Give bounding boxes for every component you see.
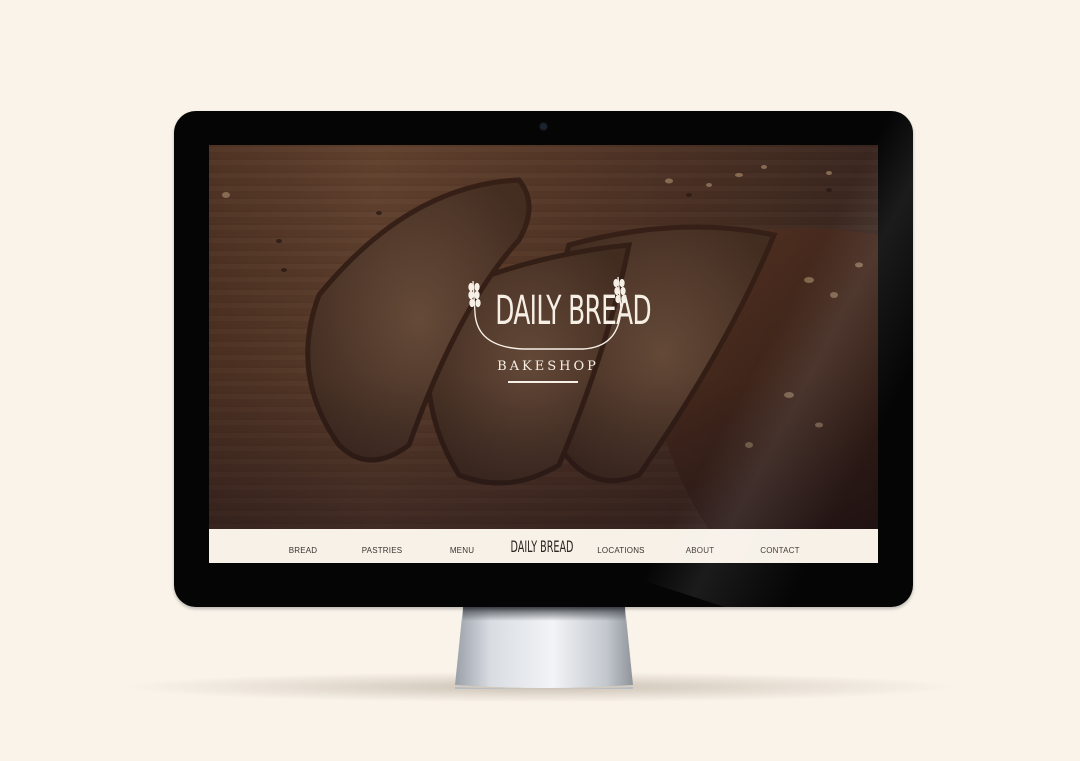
nav-locations[interactable]: LOCATIONS — [597, 529, 644, 563]
webcam-icon — [540, 123, 547, 130]
monitor: DAILY BREAD BAKESHOP BREAD PASTRIES MENU… — [174, 111, 913, 607]
hero-logo: DAILY BREAD BAKESHOP — [463, 273, 652, 385]
nav-pastries[interactable]: PASTRIES — [362, 529, 403, 563]
logo-underline — [508, 381, 578, 383]
logo-title: DAILY BREAD — [495, 288, 651, 334]
hero-section: DAILY BREAD BAKESHOP — [209, 145, 878, 529]
nav-menu[interactable]: MENU — [450, 529, 474, 563]
nav-bread[interactable]: BREAD — [289, 529, 318, 563]
wheat-icon — [468, 280, 481, 314]
screen: DAILY BREAD BAKESHOP BREAD PASTRIES MENU… — [209, 145, 878, 563]
navbar: BREAD PASTRIES MENU DAILY BREAD LOCATION… — [209, 529, 878, 563]
nav-about[interactable]: ABOUT — [686, 529, 715, 563]
logo-subtitle: BAKESHOP — [497, 359, 599, 374]
monitor-stand — [455, 607, 633, 689]
nav-contact[interactable]: CONTACT — [760, 529, 799, 563]
nav-logo[interactable]: DAILY BREAD — [511, 537, 574, 556]
